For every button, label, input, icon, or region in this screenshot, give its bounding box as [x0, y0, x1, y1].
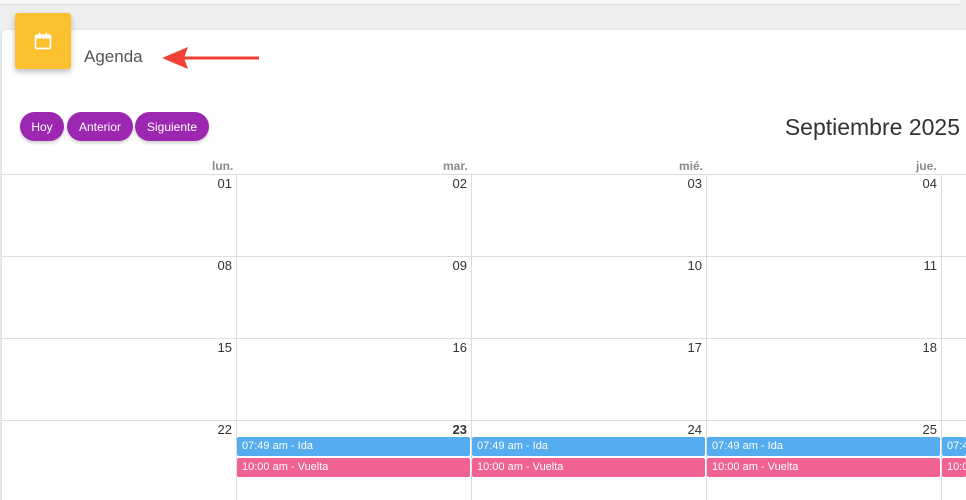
- event-ida-partial[interactable]: 07:4: [942, 437, 966, 456]
- day-cell-number[interactable]: 09: [437, 258, 467, 273]
- day-cell-number[interactable]: 02: [437, 176, 467, 191]
- next-button[interactable]: Siguiente: [135, 112, 209, 141]
- event-ida[interactable]: 07:49 am - Ida: [237, 437, 470, 456]
- today-button[interactable]: Hoy: [20, 112, 64, 141]
- grid-line: [2, 174, 966, 175]
- day-cell-number[interactable]: 03: [672, 176, 702, 191]
- day-cell-number[interactable]: 17: [672, 340, 702, 355]
- day-cell-number[interactable]: 04: [907, 176, 937, 191]
- event-ida[interactable]: 07:49 am - Ida: [707, 437, 940, 456]
- grid-line: [2, 420, 966, 421]
- event-ida[interactable]: 07:49 am - Ida: [472, 437, 705, 456]
- day-cell-number[interactable]: 08: [202, 258, 232, 273]
- day-cell-number[interactable]: 16: [437, 340, 467, 355]
- weekday-header-wed: mié.: [679, 159, 704, 173]
- agenda-card: [2, 30, 966, 500]
- event-vuelta[interactable]: 10:00 am - Vuelta: [472, 458, 705, 477]
- page-title: Agenda: [84, 47, 143, 66]
- day-cell-number[interactable]: 18: [907, 340, 937, 355]
- day-cell-number-today[interactable]: 23: [437, 422, 467, 437]
- header-calendar-badge: [15, 13, 71, 69]
- weekday-header-mon: lun.: [212, 159, 234, 173]
- month-title: Septiembre 2025: [784, 114, 960, 140]
- arrow-annotation-icon: [162, 47, 259, 69]
- day-cell-number[interactable]: 15: [202, 340, 232, 355]
- day-cell-number[interactable]: 25: [907, 422, 937, 437]
- day-cell-number[interactable]: 24: [672, 422, 702, 437]
- top-bar: [0, 0, 960, 5]
- day-cell-number[interactable]: 22: [202, 422, 232, 437]
- day-cell-number[interactable]: 01: [202, 176, 232, 191]
- grid-line: [2, 256, 966, 257]
- day-cell-number[interactable]: 10: [672, 258, 702, 273]
- event-vuelta-partial[interactable]: 10:0: [942, 458, 966, 477]
- previous-button[interactable]: Anterior: [67, 112, 133, 141]
- weekday-header-tue: mar.: [443, 159, 468, 173]
- grid-line: [2, 338, 966, 339]
- calendar-icon: [34, 32, 52, 50]
- day-cell-number[interactable]: 11: [907, 258, 938, 273]
- weekday-header-thu: jue.: [916, 159, 937, 173]
- event-vuelta[interactable]: 10:00 am - Vuelta: [707, 458, 940, 477]
- event-vuelta[interactable]: 10:00 am - Vuelta: [237, 458, 470, 477]
